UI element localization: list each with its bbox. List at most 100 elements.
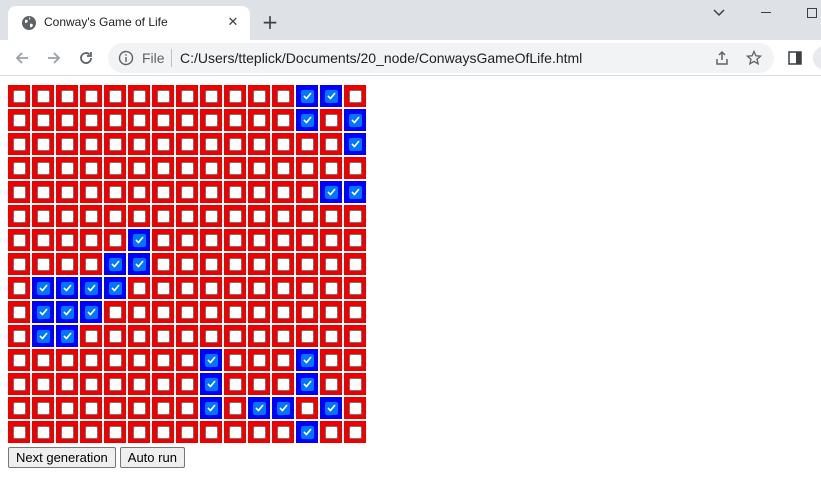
cell-checkbox[interactable] bbox=[348, 329, 362, 343]
cell-checkbox[interactable] bbox=[252, 89, 266, 103]
cell-checkbox[interactable] bbox=[36, 185, 50, 199]
cell-checkbox[interactable] bbox=[300, 353, 314, 367]
cell-checkbox[interactable] bbox=[204, 209, 218, 223]
cell-checkbox[interactable] bbox=[108, 329, 122, 343]
cell-checkbox[interactable] bbox=[276, 161, 290, 175]
cell-checkbox[interactable] bbox=[132, 113, 146, 127]
cell-checkbox[interactable] bbox=[60, 113, 74, 127]
cell-checkbox[interactable] bbox=[60, 161, 74, 175]
cell-checkbox[interactable] bbox=[132, 377, 146, 391]
cell-checkbox[interactable] bbox=[324, 209, 338, 223]
cell-checkbox[interactable] bbox=[204, 377, 218, 391]
cell-checkbox[interactable] bbox=[156, 257, 170, 271]
cell-checkbox[interactable] bbox=[348, 89, 362, 103]
cell-checkbox[interactable] bbox=[348, 353, 362, 367]
cell-checkbox[interactable] bbox=[60, 185, 74, 199]
info-icon[interactable] bbox=[118, 50, 134, 66]
cell-checkbox[interactable] bbox=[276, 233, 290, 247]
cell-checkbox[interactable] bbox=[156, 185, 170, 199]
next-generation-button[interactable]: Next generation bbox=[8, 447, 116, 468]
cell-checkbox[interactable] bbox=[36, 401, 50, 415]
cell-checkbox[interactable] bbox=[132, 353, 146, 367]
cell-checkbox[interactable] bbox=[108, 353, 122, 367]
cell-checkbox[interactable] bbox=[108, 113, 122, 127]
cell-checkbox[interactable] bbox=[132, 161, 146, 175]
cell-checkbox[interactable] bbox=[204, 257, 218, 271]
cell-checkbox[interactable] bbox=[324, 425, 338, 439]
cell-checkbox[interactable] bbox=[60, 401, 74, 415]
cell-checkbox[interactable] bbox=[180, 233, 194, 247]
cell-checkbox[interactable] bbox=[156, 401, 170, 415]
cell-checkbox[interactable] bbox=[108, 137, 122, 151]
cell-checkbox[interactable] bbox=[36, 377, 50, 391]
cell-checkbox[interactable] bbox=[324, 353, 338, 367]
cell-checkbox[interactable] bbox=[12, 401, 26, 415]
cell-checkbox[interactable] bbox=[300, 305, 314, 319]
cell-checkbox[interactable] bbox=[36, 113, 50, 127]
cell-checkbox[interactable] bbox=[84, 257, 98, 271]
cell-checkbox[interactable] bbox=[228, 305, 242, 319]
cell-checkbox[interactable] bbox=[252, 401, 266, 415]
cell-checkbox[interactable] bbox=[132, 89, 146, 103]
cell-checkbox[interactable] bbox=[348, 233, 362, 247]
cell-checkbox[interactable] bbox=[156, 425, 170, 439]
cell-checkbox[interactable] bbox=[228, 425, 242, 439]
cell-checkbox[interactable] bbox=[348, 113, 362, 127]
cell-checkbox[interactable] bbox=[60, 353, 74, 367]
cell-checkbox[interactable] bbox=[348, 425, 362, 439]
cell-checkbox[interactable] bbox=[84, 89, 98, 103]
cell-checkbox[interactable] bbox=[132, 425, 146, 439]
cell-checkbox[interactable] bbox=[132, 233, 146, 247]
cell-checkbox[interactable] bbox=[12, 281, 26, 295]
cell-checkbox[interactable] bbox=[36, 161, 50, 175]
cell-checkbox[interactable] bbox=[228, 401, 242, 415]
cell-checkbox[interactable] bbox=[108, 209, 122, 223]
cell-checkbox[interactable] bbox=[300, 329, 314, 343]
cell-checkbox[interactable] bbox=[108, 257, 122, 271]
cell-checkbox[interactable] bbox=[108, 401, 122, 415]
cell-checkbox[interactable] bbox=[276, 377, 290, 391]
reload-icon[interactable] bbox=[72, 44, 100, 72]
cell-checkbox[interactable] bbox=[84, 305, 98, 319]
cell-checkbox[interactable] bbox=[252, 425, 266, 439]
cell-checkbox[interactable] bbox=[348, 257, 362, 271]
cell-checkbox[interactable] bbox=[324, 89, 338, 103]
cell-checkbox[interactable] bbox=[12, 353, 26, 367]
cell-checkbox[interactable] bbox=[180, 353, 194, 367]
cell-checkbox[interactable] bbox=[12, 257, 26, 271]
cell-checkbox[interactable] bbox=[180, 377, 194, 391]
cell-checkbox[interactable] bbox=[12, 329, 26, 343]
cell-checkbox[interactable] bbox=[84, 401, 98, 415]
cell-checkbox[interactable] bbox=[108, 161, 122, 175]
new-tab-icon[interactable]: + bbox=[258, 10, 282, 34]
cell-checkbox[interactable] bbox=[108, 305, 122, 319]
cell-checkbox[interactable] bbox=[84, 281, 98, 295]
cell-checkbox[interactable] bbox=[156, 161, 170, 175]
cell-checkbox[interactable] bbox=[12, 209, 26, 223]
cell-checkbox[interactable] bbox=[300, 377, 314, 391]
cell-checkbox[interactable] bbox=[348, 377, 362, 391]
cell-checkbox[interactable] bbox=[204, 89, 218, 103]
cell-checkbox[interactable] bbox=[84, 425, 98, 439]
cell-checkbox[interactable] bbox=[84, 113, 98, 127]
cell-checkbox[interactable] bbox=[276, 185, 290, 199]
cell-checkbox[interactable] bbox=[12, 89, 26, 103]
forward-arrow-icon[interactable] bbox=[40, 44, 68, 72]
cell-checkbox[interactable] bbox=[180, 113, 194, 127]
cell-checkbox[interactable] bbox=[228, 209, 242, 223]
cell-checkbox[interactable] bbox=[348, 305, 362, 319]
cell-checkbox[interactable] bbox=[12, 305, 26, 319]
cell-checkbox[interactable] bbox=[204, 185, 218, 199]
cell-checkbox[interactable] bbox=[252, 377, 266, 391]
cell-checkbox[interactable] bbox=[132, 257, 146, 271]
side-panel-icon[interactable] bbox=[783, 46, 807, 70]
cell-checkbox[interactable] bbox=[252, 281, 266, 295]
cell-checkbox[interactable] bbox=[348, 281, 362, 295]
cell-checkbox[interactable] bbox=[204, 329, 218, 343]
cell-checkbox[interactable] bbox=[276, 257, 290, 271]
cell-checkbox[interactable] bbox=[108, 425, 122, 439]
cell-checkbox[interactable] bbox=[12, 425, 26, 439]
cell-checkbox[interactable] bbox=[180, 401, 194, 415]
cell-checkbox[interactable] bbox=[252, 329, 266, 343]
cell-checkbox[interactable] bbox=[84, 329, 98, 343]
